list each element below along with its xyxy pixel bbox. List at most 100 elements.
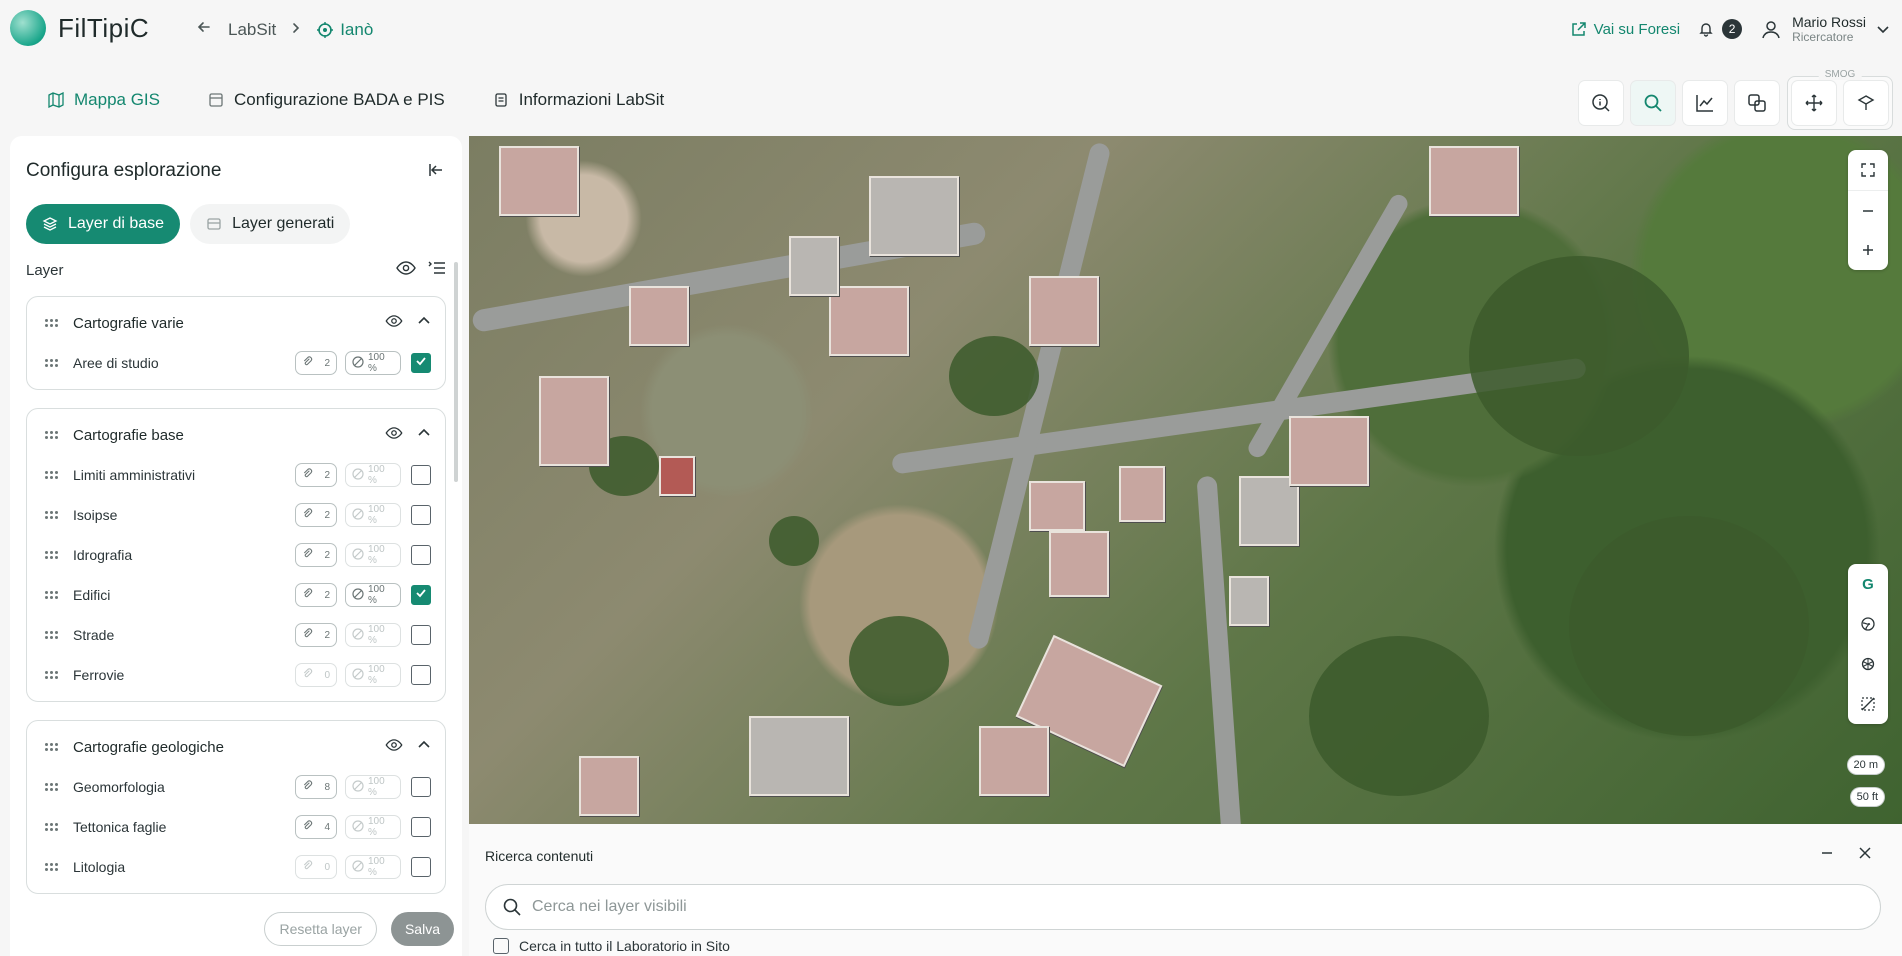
drag-handle-icon[interactable] xyxy=(45,359,59,367)
fullscreen-button[interactable] xyxy=(1848,150,1888,190)
opacity-chip[interactable]: 100 % xyxy=(345,815,401,839)
drag-handle-icon[interactable] xyxy=(45,783,59,791)
attachments-chip[interactable]: 4 xyxy=(295,815,337,839)
attachments-chip[interactable]: 8 xyxy=(295,775,337,799)
user-menu[interactable]: Mario Rossi Ricercatore xyxy=(1760,14,1890,44)
drag-handle-icon[interactable] xyxy=(45,591,59,599)
attachments-chip[interactable]: 2 xyxy=(295,463,337,487)
drag-handle-icon[interactable] xyxy=(45,471,59,479)
drag-handle-icon[interactable] xyxy=(45,511,59,519)
zoom-in-button[interactable] xyxy=(1848,230,1888,270)
search-tool-button[interactable] xyxy=(1631,81,1675,125)
drag-handle-icon[interactable] xyxy=(45,671,59,679)
layer-group: Cartografie base Limiti amministrativi 2 10… xyxy=(26,408,446,702)
reset-layers-button[interactable]: Resetta layer xyxy=(264,912,377,946)
tab-layer-di-base[interactable]: Layer di base xyxy=(26,204,181,244)
drag-handle-icon[interactable] xyxy=(45,863,59,871)
map-building xyxy=(579,756,639,816)
breadcrumb-current[interactable]: Ianò xyxy=(316,20,373,40)
layer-checkbox[interactable] xyxy=(411,465,431,485)
opacity-chip[interactable]: 100 % xyxy=(345,663,401,687)
reorder-list-icon[interactable] xyxy=(428,260,446,280)
layer-group-header[interactable]: Cartografie geologiche xyxy=(27,727,445,767)
drag-handle-icon[interactable] xyxy=(45,823,59,831)
opacity-chip[interactable]: 100 % xyxy=(345,543,401,567)
attachments-chip[interactable]: 2 xyxy=(295,543,337,567)
opacity-chip[interactable]: 100 % xyxy=(345,583,401,607)
opacity-icon xyxy=(352,587,364,603)
tab-mappa-gis[interactable]: Mappa GIS xyxy=(48,90,160,110)
layer-checkbox[interactable] xyxy=(411,625,431,645)
opacity-chip[interactable]: 100 % xyxy=(345,855,401,879)
notifications-button[interactable]: 2 xyxy=(1698,19,1743,39)
opacity-chip[interactable]: 100 % xyxy=(345,623,401,647)
back-arrow-icon[interactable] xyxy=(196,19,212,40)
layer-row: Aree di studio 2 100 % xyxy=(27,343,445,383)
attachments-chip[interactable]: 2 xyxy=(295,351,337,375)
layer-checkbox[interactable] xyxy=(411,353,431,373)
google-provider-button[interactable]: G xyxy=(1848,564,1888,604)
eye-icon[interactable] xyxy=(385,426,403,444)
minimize-icon[interactable] xyxy=(1820,846,1834,865)
search-all-checkbox[interactable]: Cerca in tutto il Laboratorio in Sito xyxy=(493,938,730,954)
layer-checkbox[interactable] xyxy=(411,857,431,877)
compare-tool-button[interactable] xyxy=(1735,81,1779,125)
opacity-value: 100 % xyxy=(368,776,385,798)
opacity-chip[interactable]: 100 % xyxy=(345,503,401,527)
layers-compare-icon xyxy=(1748,94,1766,112)
attachments-chip[interactable]: 2 xyxy=(295,623,337,647)
chevron-up-icon[interactable] xyxy=(417,426,431,445)
attachments-chip[interactable]: 2 xyxy=(295,583,337,607)
close-icon[interactable] xyxy=(1858,846,1872,865)
smog-move-button[interactable] xyxy=(1792,81,1836,125)
layer-checkbox[interactable] xyxy=(411,505,431,525)
app-logo[interactable]: FilTipiC xyxy=(10,10,149,46)
eye-icon[interactable] xyxy=(385,314,403,332)
breadcrumb-parent[interactable]: LabSit xyxy=(228,20,276,40)
drag-handle-icon[interactable] xyxy=(45,743,59,751)
tab-informazioni[interactable]: Informazioni LabSit xyxy=(493,90,664,110)
satellite-map[interactable]: G 20 m 50 ft xyxy=(469,136,1902,824)
zoom-out-button[interactable] xyxy=(1848,190,1888,230)
chart-tool-button[interactable] xyxy=(1683,81,1727,125)
attachments-chip[interactable]: 0 xyxy=(295,855,337,879)
drag-handle-icon[interactable] xyxy=(45,551,59,559)
attachments-chip[interactable]: 2 xyxy=(295,503,337,527)
panel-scrollbar[interactable] xyxy=(454,262,458,482)
layer-checkbox[interactable] xyxy=(411,665,431,685)
drag-handle-icon[interactable] xyxy=(45,319,59,327)
toggle-visibility-all-icon[interactable] xyxy=(396,261,416,279)
provider-3-button[interactable] xyxy=(1848,644,1888,684)
eye-icon[interactable] xyxy=(385,738,403,756)
drag-handle-icon[interactable] xyxy=(45,431,59,439)
tab-configurazione[interactable]: Configurazione BADA e PIS xyxy=(208,90,445,110)
info-search-button[interactable] xyxy=(1579,81,1623,125)
opacity-chip[interactable]: 100 % xyxy=(345,463,401,487)
fullscreen-icon xyxy=(1861,163,1875,177)
provider-2-button[interactable] xyxy=(1848,604,1888,644)
search-icon xyxy=(1644,94,1662,112)
opacity-value: 100 % xyxy=(368,544,385,566)
layer-checkbox[interactable] xyxy=(411,817,431,837)
checkbox[interactable] xyxy=(493,938,509,954)
opacity-chip[interactable]: 100 % xyxy=(345,775,401,799)
chevron-up-icon[interactable] xyxy=(417,738,431,757)
chevron-up-icon[interactable] xyxy=(417,314,431,333)
layer-checkbox[interactable] xyxy=(411,585,431,605)
map-tree xyxy=(1469,256,1689,456)
layer-checkbox[interactable] xyxy=(411,545,431,565)
collapse-panel-icon[interactable] xyxy=(428,162,444,183)
attachments-chip[interactable]: 0 xyxy=(295,663,337,687)
external-link-foresi[interactable]: Vai su Foresi xyxy=(1571,21,1680,38)
save-button[interactable]: Salva xyxy=(390,912,454,946)
layer-group-header[interactable]: Cartografie varie xyxy=(27,303,445,343)
layer-checkbox[interactable] xyxy=(411,777,431,797)
provider-off-button[interactable] xyxy=(1848,684,1888,724)
drag-handle-icon[interactable] xyxy=(45,631,59,639)
smog-layer-button[interactable] xyxy=(1844,81,1888,125)
opacity-icon xyxy=(352,547,364,563)
layer-group-header[interactable]: Cartografie base xyxy=(27,415,445,455)
tab-layer-generati[interactable]: Layer generati xyxy=(190,204,351,244)
opacity-chip[interactable]: 100 % xyxy=(345,351,401,375)
content-search-input[interactable]: Cerca nei layer visibili xyxy=(485,884,1881,930)
